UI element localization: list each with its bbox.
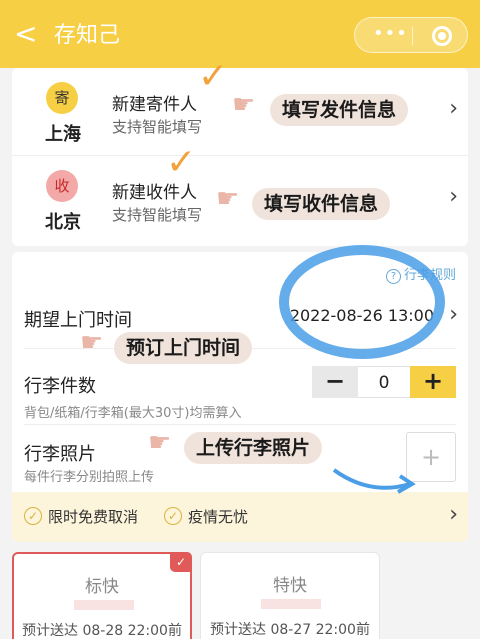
check-circle-icon: ✓ xyxy=(164,507,182,525)
sender-city: 上海 xyxy=(45,124,81,145)
target-ring-icon[interactable] xyxy=(432,26,452,46)
checkmark-icon: ✓ xyxy=(198,56,229,97)
option-name: 特快 xyxy=(273,576,307,596)
price-blur xyxy=(74,600,134,610)
pointing-hand-icon: ☛ xyxy=(232,90,256,120)
price-blur xyxy=(261,599,321,609)
receiver-city: 北京 xyxy=(45,212,81,233)
receiver-annotation: 填写收件信息 xyxy=(252,188,391,220)
benefit-free-cancel: 限时免费取消 xyxy=(48,508,139,526)
checkmark-icon: ✓ xyxy=(166,142,197,183)
sender-subtitle: 支持智能填写 xyxy=(112,118,203,136)
option-eta: 预计送达 08-28 22:00前 xyxy=(22,623,182,639)
luggage-count-hint: 背包/纸箱/行李箱(最大30寸)均需算入 xyxy=(24,406,242,421)
mini-program-capsule: ••• xyxy=(354,17,468,53)
option-eta: 预计送达 08-27 22:00前 xyxy=(210,622,370,638)
pointing-hand-icon: ☛ xyxy=(148,428,172,458)
luggage-photo-label: 行李照片 xyxy=(24,444,96,465)
luggage-photo-hint: 每件行李分别拍照上传 xyxy=(24,470,155,485)
chevron-right-icon: › xyxy=(449,502,458,527)
pointing-hand-icon: ☛ xyxy=(80,328,104,358)
sender-title: 新建寄件人 xyxy=(112,95,197,115)
pickup-annotation: 预订上门时间 xyxy=(114,332,253,364)
option-name: 标快 xyxy=(85,577,119,597)
highlight-circle xyxy=(279,245,445,359)
service-option-standard[interactable]: ✓ 标快 预计送达 08-28 22:00前 xyxy=(12,552,192,639)
chevron-right-icon: › xyxy=(449,184,458,209)
decrement-button[interactable]: − xyxy=(312,366,358,398)
sender-badge: 寄 xyxy=(46,82,78,114)
pointing-hand-icon: ☛ xyxy=(216,184,240,214)
check-circle-icon: ✓ xyxy=(24,507,42,525)
luggage-count-label: 行李件数 xyxy=(24,376,96,397)
receiver-row[interactable]: 收 北京 新建收件人 支持智能填写 › xyxy=(12,156,468,244)
photo-annotation: 上传行李照片 xyxy=(184,432,323,464)
benefit-epidemic: 疫情无忧 xyxy=(188,508,249,526)
pickup-time-label: 期望上门时间 xyxy=(24,310,132,331)
increment-button[interactable]: + xyxy=(410,366,456,398)
quantity-value[interactable]: 0 xyxy=(358,366,410,398)
selected-check-icon: ✓ xyxy=(170,552,192,572)
receiver-subtitle: 支持智能填写 xyxy=(112,206,203,224)
page-title: 存知己 xyxy=(54,23,121,48)
chevron-right-icon: › xyxy=(449,96,458,121)
quantity-stepper: − 0 + xyxy=(312,366,456,398)
chevron-left-icon[interactable]: < xyxy=(14,18,37,50)
arrow-annotation xyxy=(332,468,416,494)
capsule-divider xyxy=(412,27,413,45)
more-dots-icon[interactable]: ••• xyxy=(373,23,408,44)
divider xyxy=(24,424,456,425)
receiver-badge: 收 xyxy=(46,170,78,202)
top-bar: < 存知己 ••• xyxy=(0,0,480,68)
service-option-express[interactable]: 特快 预计送达 08-27 22:00前 xyxy=(200,552,380,639)
sender-annotation: 填写发件信息 xyxy=(270,94,409,126)
